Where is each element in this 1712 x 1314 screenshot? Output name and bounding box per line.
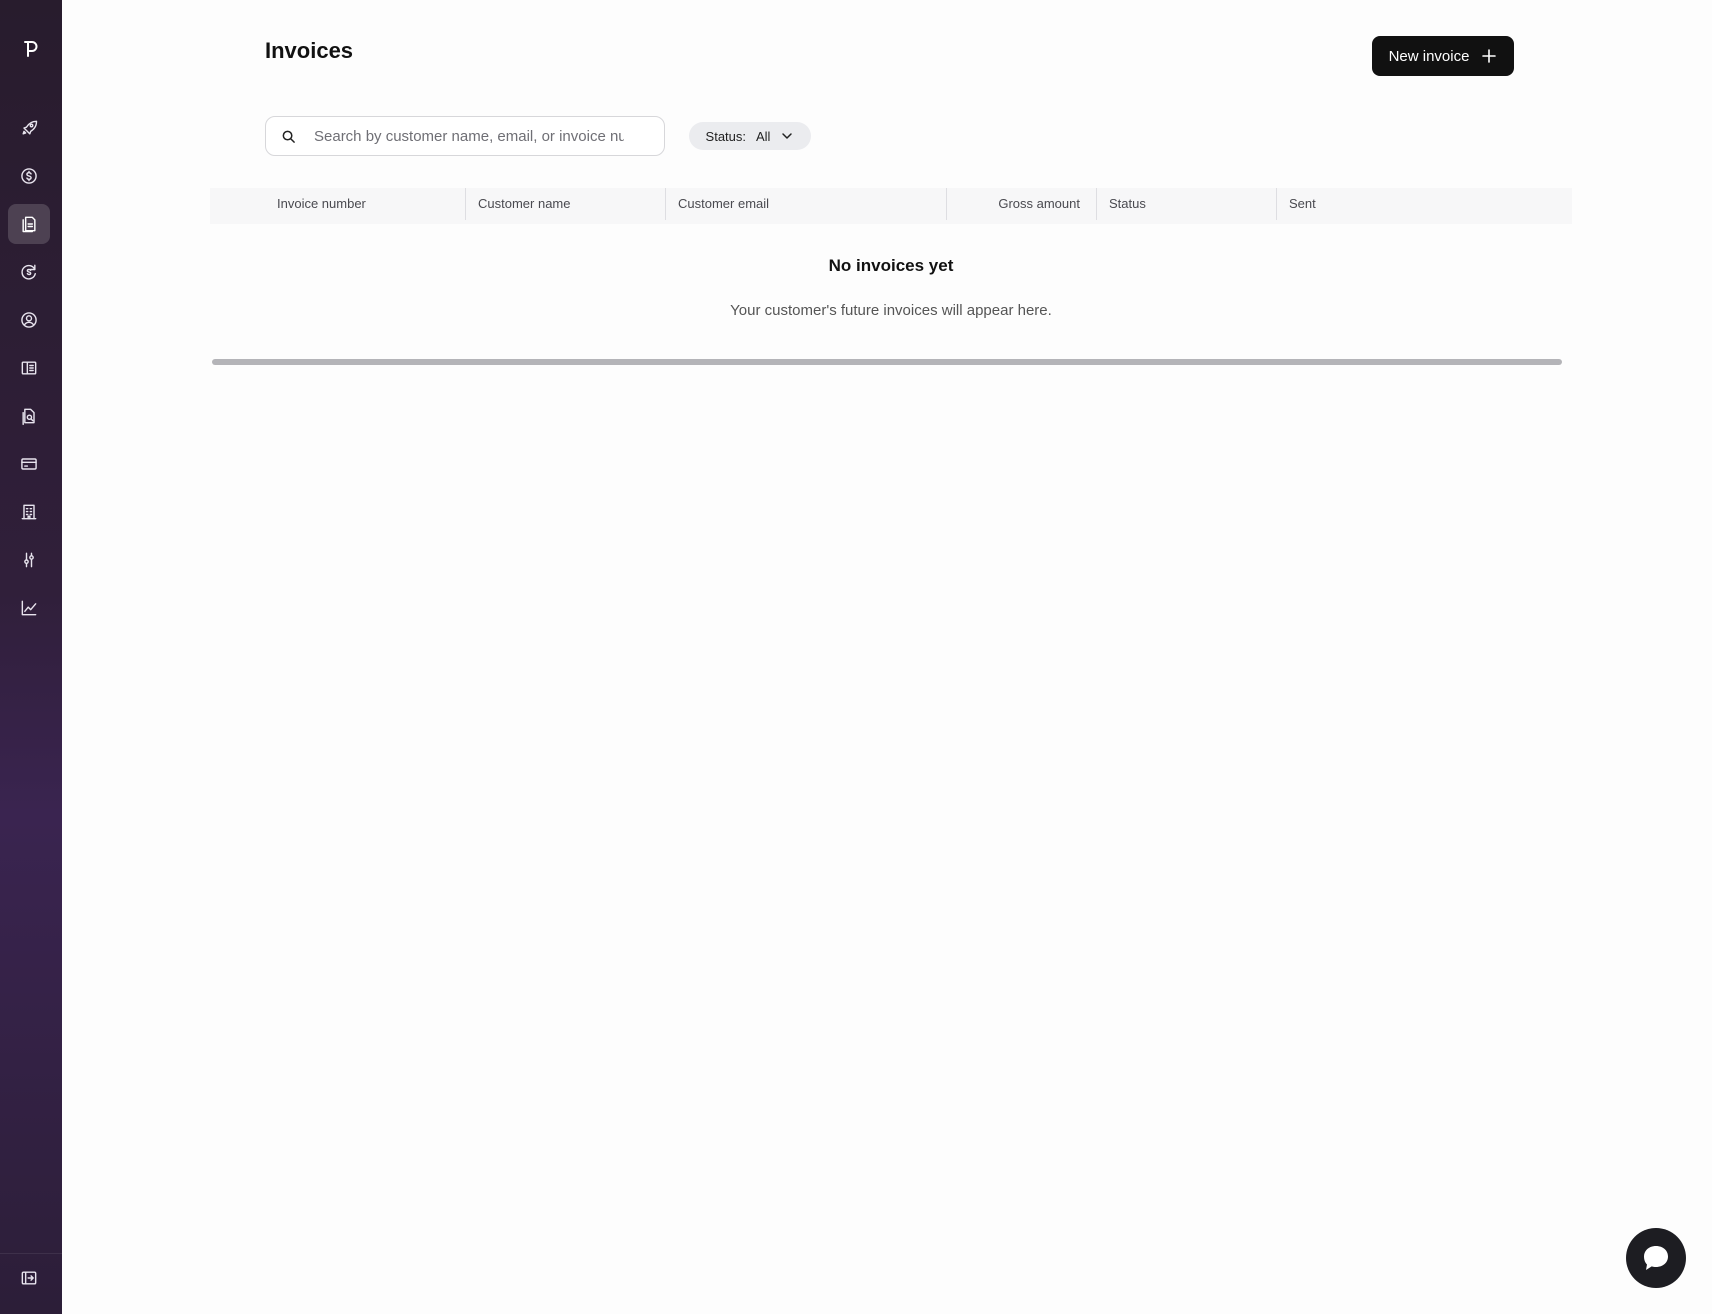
sidebar-item-customers[interactable] bbox=[8, 300, 50, 340]
collapse-sidebar-icon bbox=[21, 1271, 37, 1285]
support-chat-button[interactable] bbox=[1626, 1228, 1686, 1288]
sidebar-item-settings[interactable] bbox=[8, 540, 50, 580]
sidebar-item-payment-methods[interactable] bbox=[8, 444, 50, 484]
plus-icon bbox=[1482, 49, 1497, 63]
search-icon bbox=[282, 130, 295, 143]
column-header-invoice-number[interactable]: Invoice number bbox=[265, 188, 465, 220]
status-filter-dropdown[interactable]: Status: All bbox=[689, 122, 811, 150]
sidebar-item-invoices[interactable] bbox=[8, 204, 50, 244]
column-header-sent[interactable]: Sent bbox=[1276, 188, 1516, 220]
sidebar-item-catalog[interactable] bbox=[8, 348, 50, 388]
sliders-icon bbox=[24, 552, 34, 568]
column-header-customer-email[interactable]: Customer email bbox=[665, 188, 946, 220]
rocket-icon bbox=[22, 120, 38, 135]
invoice-icon bbox=[22, 216, 36, 233]
page-title: Invoices bbox=[265, 38, 354, 63]
search-box bbox=[265, 116, 665, 156]
building-icon bbox=[21, 504, 37, 520]
main-content: Invoices New invoice Status: All Invoice… bbox=[62, 0, 1712, 1314]
status-filter-label: Status: bbox=[705, 128, 746, 144]
sidebar-item-analytics[interactable] bbox=[8, 588, 50, 628]
chat-bubble-icon bbox=[1644, 1246, 1668, 1270]
new-invoice-button[interactable]: New invoice bbox=[1372, 36, 1514, 76]
column-header-customer-name[interactable]: Customer name bbox=[465, 188, 665, 220]
sidebar-item-payments[interactable] bbox=[8, 156, 50, 196]
sidebar-item-getting-started[interactable] bbox=[8, 108, 50, 148]
recurring-payment-icon bbox=[21, 264, 36, 280]
chart-icon bbox=[21, 600, 37, 616]
user-circle-icon bbox=[21, 312, 37, 328]
column-header-status[interactable]: Status bbox=[1096, 188, 1276, 220]
chevron-down-icon bbox=[782, 133, 793, 139]
dollar-circle-icon bbox=[21, 168, 37, 184]
empty-state-subtitle: Your customer's future invoices will app… bbox=[730, 302, 1052, 319]
credit-card-icon bbox=[21, 458, 37, 470]
status-filter-value: All bbox=[756, 128, 771, 144]
app-logo-icon[interactable] bbox=[19, 36, 43, 60]
table-horizontal-scrollbar[interactable] bbox=[212, 359, 1562, 365]
sidebar bbox=[0, 0, 62, 1314]
search-input[interactable] bbox=[312, 126, 626, 146]
sidebar-item-reports[interactable] bbox=[8, 396, 50, 436]
sidebar-collapse-button[interactable] bbox=[8, 1258, 50, 1298]
invoices-table-header: Invoice number Customer name Customer em… bbox=[210, 188, 1572, 224]
column-header-gross-amount[interactable]: Gross amount bbox=[946, 188, 1096, 220]
sidebar-item-subscriptions[interactable] bbox=[8, 252, 50, 292]
book-icon bbox=[21, 361, 37, 375]
sidebar-item-organization[interactable] bbox=[8, 492, 50, 532]
file-search-icon bbox=[22, 408, 35, 426]
new-invoice-label: New invoice bbox=[1388, 47, 1470, 65]
empty-state-title: No invoices yet bbox=[828, 256, 954, 275]
sidebar-divider bbox=[0, 1253, 62, 1254]
